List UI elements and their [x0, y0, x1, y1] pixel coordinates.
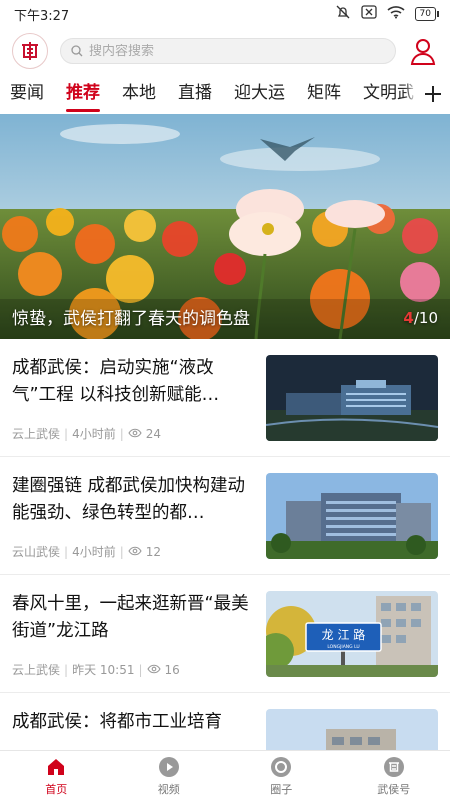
home-icon [44, 755, 68, 779]
status-time: 下午3:27 [14, 8, 70, 24]
nav-home-label: 首页 [45, 782, 68, 796]
wifi-icon [387, 5, 405, 23]
search-bar[interactable] [60, 38, 396, 64]
news-meta: 云山武侯 | 4小时前 | 12 [12, 544, 162, 560]
search-input[interactable] [89, 43, 385, 59]
news-source: 云上武侯 [12, 427, 61, 441]
circle-community-icon [269, 755, 293, 779]
mute-icon [335, 4, 351, 24]
plus-icon [425, 86, 441, 102]
tab-local[interactable]: 本地 [122, 74, 156, 114]
list-item[interactable]: 春风十里，一起来逛新晋“最美街道”龙江路 云上武侯 | 昨天 10:51 | 1… [0, 575, 450, 693]
nav-video-label: 视频 [157, 782, 180, 796]
news-thumbnail[interactable] [266, 473, 438, 559]
news-meta: 云上武侯 | 4小时前 | 24 [12, 426, 162, 442]
news-thumbnail[interactable] [266, 355, 438, 441]
tab-matrix[interactable]: 矩阵 [307, 74, 341, 114]
search-icon [71, 42, 83, 61]
battery-indicator: 70 [414, 7, 440, 21]
news-title[interactable]: 成都武侯：将都市工业培育 [12, 709, 254, 736]
eye-icon [128, 545, 142, 559]
user-profile-icon[interactable] [408, 36, 438, 66]
nav-circle-label: 圈子 [270, 782, 293, 796]
nav-circle[interactable]: 圈子 [225, 751, 338, 800]
banner-carousel[interactable]: 惊蛰，武侯打翻了春天的调色盘 4/10 [0, 114, 450, 339]
news-time: 4小时前 [72, 427, 116, 441]
news-list: 成都武侯：启动实施“液改气”工程 以科技创新赋能… 云上武侯 | 4小时前 | … [0, 339, 450, 800]
news-source: 云上武侯 [12, 663, 61, 677]
nav-wuhou-label: 武侯号 [377, 782, 411, 796]
tab-recommend[interactable]: 推荐 [66, 74, 100, 114]
news-time: 4小时前 [72, 545, 116, 559]
banner-total-pages: /10 [413, 309, 438, 327]
no-sim-icon [360, 5, 377, 23]
banner-title[interactable]: 惊蛰，武侯打翻了春天的调色盘 [12, 304, 250, 329]
news-title[interactable]: 建圈强链 成都武侯加快构建动能强劲、绿色转型的都… [12, 473, 254, 527]
tab-civilization[interactable]: 文明武 [363, 74, 414, 114]
tab-universiade[interactable]: 迎大运 [234, 74, 285, 114]
street-sign-pinyin: LONGJIANG LU [327, 644, 359, 650]
status-bar: 下午3:27 70 [0, 0, 450, 28]
news-views: 16 [164, 662, 180, 677]
bottom-nav: 首页 视频 圈子 武侯号 [0, 750, 450, 800]
eye-icon [128, 427, 142, 441]
nav-video[interactable]: 视频 [113, 751, 226, 800]
news-time: 昨天 10:51 [72, 663, 135, 677]
news-source: 云山武侯 [12, 545, 61, 559]
tab-live[interactable]: 直播 [178, 74, 212, 114]
app-logo[interactable] [12, 33, 48, 69]
news-meta: 云上武侯 | 昨天 10:51 | 16 [12, 662, 180, 678]
banner-page-indicator: 4/10 [403, 309, 438, 327]
list-item[interactable]: 建圈强链 成都武侯加快构建动能强劲、绿色转型的都… 云山武侯 | 4小时前 | … [0, 457, 450, 575]
nav-wuhou-account[interactable]: 武侯号 [338, 751, 450, 800]
channel-tabs: 要闻 推荐 本地 直播 迎大运 矩阵 文明武 [0, 74, 450, 114]
news-title[interactable]: 春风十里，一起来逛新晋“最美街道”龙江路 [12, 591, 254, 645]
news-views: 12 [145, 544, 162, 559]
play-icon [157, 755, 181, 779]
banner-current-page: 4 [403, 309, 414, 327]
street-sign-name: 龙 江 路 [322, 627, 366, 642]
eye-icon [146, 663, 161, 677]
wuhou-logo-icon [382, 755, 406, 779]
add-channel-button[interactable] [416, 74, 450, 114]
nav-home[interactable]: 首页 [0, 751, 113, 800]
news-views: 24 [145, 426, 162, 441]
tab-yaowen[interactable]: 要闻 [10, 74, 44, 114]
news-title[interactable]: 成都武侯：启动实施“液改气”工程 以科技创新赋能… [12, 355, 254, 409]
list-item[interactable]: 成都武侯：启动实施“液改气”工程 以科技创新赋能… 云上武侯 | 4小时前 | … [0, 339, 450, 457]
logo-mark-icon [22, 42, 38, 60]
app-header [0, 28, 450, 74]
news-thumbnail[interactable]: 龙 江 路 LONGJIANG LU [266, 591, 438, 677]
